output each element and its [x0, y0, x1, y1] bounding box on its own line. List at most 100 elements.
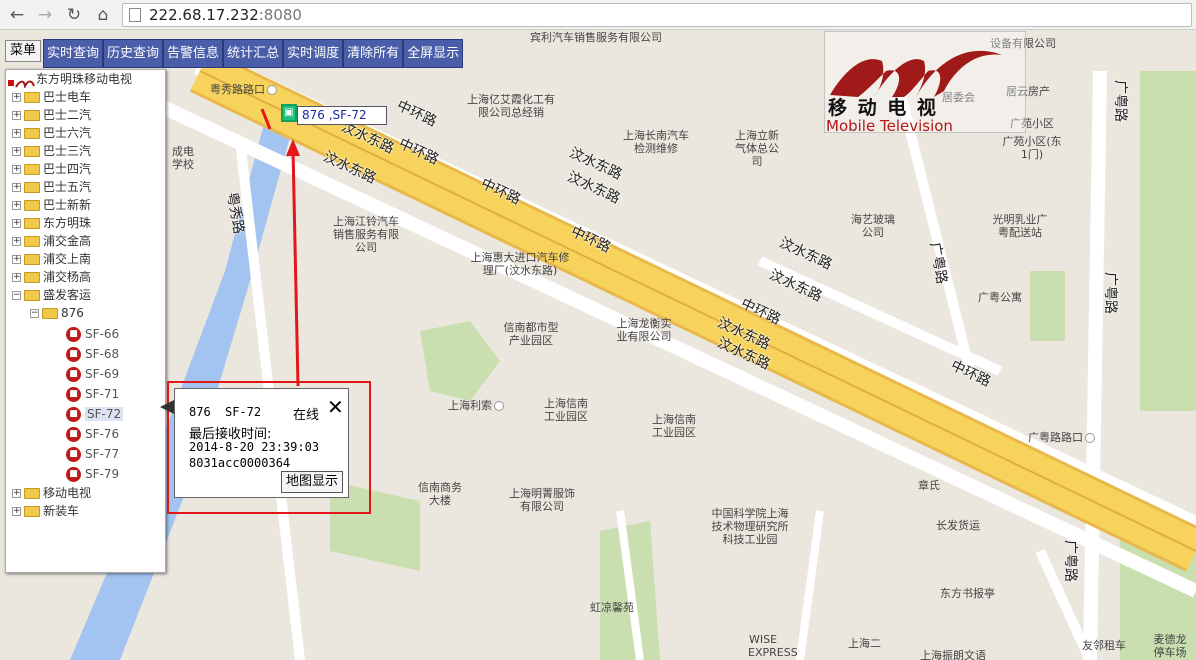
statistics-button[interactable]: 统计汇总 — [223, 39, 284, 68]
main-toolbar: 菜单 实时查询 历史查询 告警信息 统计汇总 实时调度 清除所有 全屏显示 — [5, 39, 464, 68]
poi-label: WISE EXPRESS — [748, 633, 798, 659]
clear-all-button[interactable]: 清除所有 — [343, 39, 404, 68]
fullscreen-button[interactable]: 全屏显示 — [403, 39, 464, 68]
expand-icon[interactable]: + — [12, 273, 21, 282]
expand-icon[interactable]: + — [12, 489, 21, 498]
road-label-guangyue: 广粤路 — [1112, 80, 1128, 122]
expand-icon[interactable]: + — [12, 129, 21, 138]
tree-vehicle[interactable]: ■ SF-77 — [66, 444, 119, 464]
poi-label: 长发货运 — [936, 519, 980, 532]
tree-vehicle[interactable]: ■ SF-79 — [66, 464, 119, 484]
expand-icon[interactable]: + — [12, 255, 21, 264]
bus-icon: ■ — [66, 467, 81, 482]
collapse-icon[interactable]: − — [12, 291, 21, 300]
popup-pointer-icon — [160, 400, 174, 414]
poi-label: 上海明菁服饰有限公司 — [509, 487, 575, 513]
folder-icon — [24, 290, 40, 301]
expand-icon[interactable]: + — [12, 237, 21, 246]
tree-vehicle[interactable]: ■ SF-66 — [66, 324, 119, 344]
poi-label: 信南都市型产业园区 — [503, 321, 559, 347]
folder-icon — [24, 488, 40, 499]
poi-label: 广粤公寓 — [978, 291, 1022, 304]
tree-group[interactable]: + 浦交杨高 — [12, 268, 91, 286]
tree-subgroup[interactable]: −876 — [30, 304, 84, 322]
folder-icon — [24, 146, 40, 157]
folder-icon — [24, 128, 40, 139]
alarm-info-button[interactable]: 告警信息 — [163, 39, 224, 68]
popup-line: 876 — [189, 405, 211, 419]
folder-icon — [24, 110, 40, 121]
back-arrow-icon[interactable]: ← — [6, 4, 28, 26]
logo-cn-text: 移 动 电 视 — [828, 97, 938, 119]
tree-vehicle[interactable]: ■ SF-72 — [66, 404, 124, 424]
dispatch-button[interactable]: 实时调度 — [283, 39, 344, 68]
show-on-map-button[interactable]: 地图显示 — [281, 471, 344, 493]
folder-icon — [24, 236, 40, 247]
expand-icon[interactable]: + — [12, 183, 21, 192]
bus-icon: ■ — [66, 347, 81, 362]
folder-icon — [24, 272, 40, 283]
vehicle-tree-panel: 东方明珠移动电视 + 巴士电车 + 巴士二汽 + 巴士六汽 + 巴士三汽 + 巴士四汽 + 巴士五汽 +… — [5, 69, 166, 573]
poi-label: 上海信南工业园区 — [544, 397, 588, 423]
tree-group[interactable]: + 巴士电车 — [12, 88, 91, 106]
bus-marker-icon[interactable]: ▣ — [281, 104, 297, 122]
tree-vehicle[interactable]: ■ SF-71 — [66, 384, 119, 404]
realtime-query-button[interactable]: 实时查询 — [43, 39, 104, 68]
folder-icon — [24, 200, 40, 211]
road-label-guangyue: 广粤路 — [1062, 540, 1078, 582]
poi-label: 成电学校 — [172, 145, 194, 171]
poi-label: 中国科学院上海技术物理研究所科技工业园 — [711, 507, 789, 546]
popup-device-id: 8031acc0000364 — [189, 456, 291, 470]
poi-label: 宾利汽车销售服务有限公司 — [530, 31, 662, 44]
home-icon[interactable]: ⌂ — [92, 4, 114, 26]
tree-group[interactable]: + 浦交上南 — [12, 250, 91, 268]
logo-en-text: Mobile Television — [826, 117, 953, 135]
poi-label: 麦德龙停车场 — [1153, 633, 1187, 659]
tree-group[interactable]: − 盛发客运 — [12, 286, 91, 304]
tree-group[interactable]: + 巴士四汽 — [12, 160, 91, 178]
poi-label: 信南商务大楼 — [418, 481, 462, 507]
expand-icon[interactable]: + — [12, 219, 21, 228]
tree-group[interactable]: + 巴士三汽 — [12, 142, 91, 160]
poi-label: 章氏 — [918, 479, 940, 492]
expand-icon[interactable]: + — [12, 147, 21, 156]
tree-group[interactable]: + 东方明珠 — [12, 214, 91, 232]
bus-icon: ■ — [66, 447, 81, 462]
expand-icon[interactable]: + — [12, 165, 21, 174]
tree-group[interactable]: + 巴士六汽 — [12, 124, 91, 142]
expand-icon[interactable]: + — [12, 201, 21, 210]
url-port: :8080 — [258, 6, 302, 24]
history-query-button[interactable]: 历史查询 — [103, 39, 164, 68]
tree-vehicle[interactable]: ■ SF-69 — [66, 364, 119, 384]
tree-vehicle[interactable]: ■ SF-76 — [66, 424, 119, 444]
tree-group[interactable]: + 移动电视 — [12, 484, 91, 502]
reload-icon[interactable]: ↻ — [63, 4, 85, 26]
tree-group[interactable]: + 浦交金高 — [12, 232, 91, 250]
poi-label: 海艺玻璃公司 — [851, 213, 895, 239]
folder-icon — [24, 254, 40, 265]
tree-group[interactable]: + 巴士二汽 — [12, 106, 91, 124]
bus-icon: ■ — [66, 427, 81, 442]
vehicle-marker-label[interactable]: 876 ,SF-72 — [297, 106, 387, 125]
address-bar[interactable]: 222.68.17.232:8080 — [122, 3, 1192, 27]
popup-vehicle: SF-72 — [225, 405, 262, 419]
folder-icon — [24, 164, 40, 175]
expand-icon[interactable]: + — [12, 111, 21, 120]
close-icon[interactable]: ✕ — [327, 397, 345, 417]
poi-label: 上海立新气体总公司 — [735, 129, 779, 168]
bus-icon: ■ — [66, 367, 81, 382]
folder-icon — [24, 218, 40, 229]
tree-root[interactable]: 东方明珠移动电视 — [8, 70, 132, 89]
poi-label: 虹凉馨苑 — [590, 601, 634, 614]
tree-vehicle[interactable]: ■ SF-68 — [66, 344, 119, 364]
expand-icon[interactable]: + — [12, 93, 21, 102]
expand-icon[interactable]: + — [12, 507, 21, 516]
forward-arrow-icon[interactable]: → — [34, 4, 56, 26]
folder-open-icon — [42, 308, 58, 319]
page-icon — [129, 8, 141, 22]
collapse-icon[interactable]: − — [30, 309, 39, 318]
menu-button[interactable]: 菜单 — [5, 40, 42, 62]
tree-group[interactable]: + 巴士新新 — [12, 196, 91, 214]
tree-group[interactable]: + 新装车 — [12, 502, 79, 520]
tree-group[interactable]: + 巴士五汽 — [12, 178, 91, 196]
